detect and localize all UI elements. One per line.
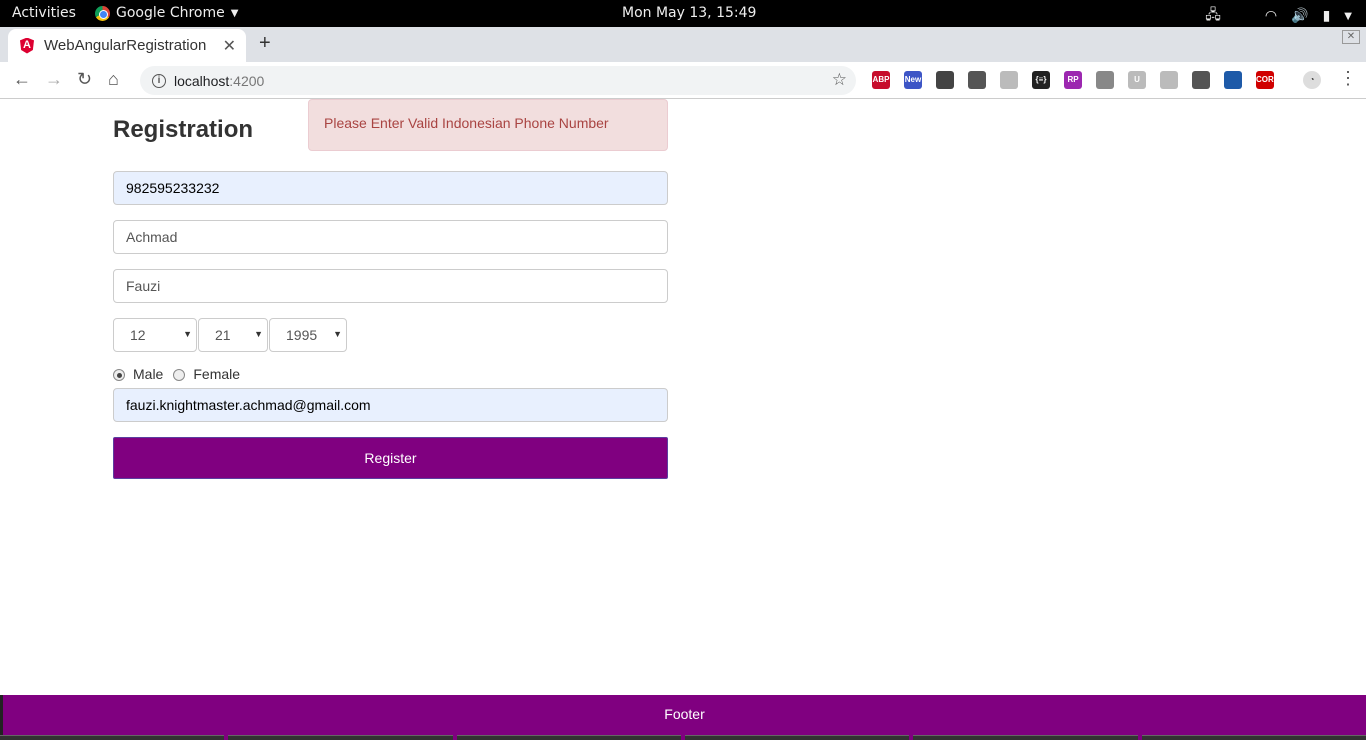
menu-dots-icon[interactable]: ⋮ [1339, 68, 1357, 89]
abp-icon[interactable]: ABP [872, 71, 890, 89]
json-icon[interactable]: {≡} [1032, 71, 1050, 89]
wifi-icon: ◠ [1264, 8, 1278, 24]
system-tray[interactable]: 🖧 ◠ 🔊 ▮ ▼ [1205, 4, 1352, 28]
tab-strip: WebAngularRegistration ✕ + ✕ [0, 27, 1366, 62]
year-select[interactable]: 1995 ▼ [269, 318, 347, 352]
angular-icon [20, 37, 34, 54]
u-icon[interactable]: U [1128, 71, 1146, 89]
first-name-input[interactable]: Achmad [113, 220, 668, 254]
system-clock[interactable]: Mon May 13, 15:49 [622, 5, 756, 21]
url-port: :4200 [229, 72, 265, 89]
person-icon[interactable] [1096, 71, 1114, 89]
female-radio[interactable] [173, 369, 186, 381]
gender-radio-group: Male Female [113, 366, 240, 382]
caret-down-icon: ▼ [1344, 10, 1352, 22]
taskbar-strip [0, 735, 1366, 740]
new-extension-icon[interactable]: New [904, 71, 922, 89]
grid-icon[interactable] [1000, 71, 1018, 89]
window-close-icon[interactable]: ✕ [1342, 30, 1360, 44]
info-icon[interactable]: i [152, 73, 166, 88]
page-content: Registration Please Enter Valid Indonesi… [0, 99, 1366, 695]
chrome-icon [95, 5, 110, 21]
url-host: localhost [174, 72, 230, 89]
chevron-down-icon: ▼ [183, 329, 192, 339]
year-value: 1995 [286, 327, 318, 343]
day-value: 21 [215, 327, 231, 343]
month-value: 12 [130, 327, 146, 343]
female-label[interactable]: Female [193, 366, 240, 382]
chevron-down-icon: ▼ [333, 329, 342, 339]
phone-input[interactable]: 982595233232 [113, 171, 668, 205]
caret-down-icon: ▼ [230, 7, 239, 19]
sync-icon[interactable] [968, 71, 986, 89]
last-name-input[interactable]: Fauzi [113, 269, 668, 303]
back-icon[interactable]: ← [13, 69, 31, 90]
camera-icon[interactable] [1160, 71, 1178, 89]
activities-button[interactable]: Activities [12, 5, 76, 21]
register-button[interactable]: Register [113, 437, 668, 479]
doc-icon[interactable] [1224, 71, 1242, 89]
app-menu[interactable]: Google Chrome ▼ [95, 5, 238, 21]
male-radio[interactable] [113, 369, 125, 381]
app-name: Google Chrome [116, 5, 225, 21]
new-tab-button[interactable]: + [259, 32, 271, 55]
home-icon[interactable]: ⌂ [108, 69, 119, 90]
email-input[interactable]: fauzi.knightmaster.achmad@gmail.com [113, 388, 668, 422]
bookmark-star-icon[interactable]: ☆ [832, 70, 847, 90]
profile-avatar[interactable]: ◔ [1303, 71, 1321, 89]
volume-icon: 🔊 [1291, 8, 1309, 24]
chevron-down-icon: ▼ [254, 329, 263, 339]
month-select[interactable]: 12 ▼ [113, 318, 197, 352]
male-label[interactable]: Male [133, 366, 163, 382]
page-footer: Footer [0, 695, 1366, 740]
close-tab-icon[interactable]: ✕ [223, 36, 236, 56]
forward-icon[interactable]: → [45, 69, 63, 90]
address-bar[interactable]: i localhost:4200 ☆ [140, 66, 856, 95]
cors-icon[interactable]: CORS [1256, 71, 1279, 89]
tab-webangularregistration[interactable]: WebAngularRegistration ✕ [8, 29, 246, 62]
system-top-bar: Activities Google Chrome ▼ Mon May 13, 1… [0, 0, 1366, 27]
page-title: Registration [113, 116, 254, 143]
day-select[interactable]: 21 ▼ [198, 318, 268, 352]
tab-title: WebAngularRegistration [44, 37, 207, 54]
browser-toolbar: ← → ↻ ⌂ i localhost:4200 ☆ ABP New {≡} RP U C… [0, 62, 1366, 99]
battery-icon: ▮ [1322, 8, 1331, 24]
reload-icon[interactable]: ↻ [77, 69, 92, 90]
lightbulb-icon[interactable] [936, 71, 954, 89]
network-icon: 🖧 [1205, 7, 1221, 23]
error-alert: Please Enter Valid Indonesian Phone Numb… [308, 99, 668, 151]
rp-icon[interactable]: RP [1064, 71, 1082, 89]
brush-icon[interactable] [1192, 71, 1210, 89]
